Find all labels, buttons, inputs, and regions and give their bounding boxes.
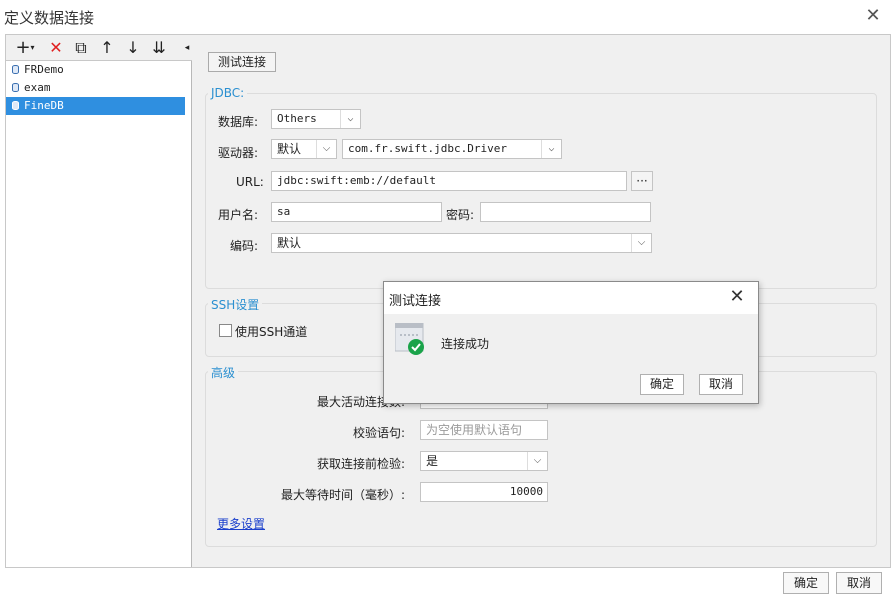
driver-mode-value: 默认 [277, 142, 302, 156]
jdbc-group: JDBC: 数据库: Others ⌵ 驱动器: 默认 ⌵ com.fr.swift… [205, 86, 877, 289]
use-ssh-label: 使用SSH通道 [235, 325, 308, 339]
dialog-close-button[interactable]: ✕ [726, 286, 748, 308]
driver-class-select[interactable]: com.fr.swift.jdbc.Driver ⌵ [342, 139, 562, 159]
database-icon [12, 101, 19, 110]
test-connection-dialog: 测试连接 ✕ 连接成功 确定 取消 [383, 281, 759, 404]
dialog-cancel-button[interactable]: 取消 [699, 374, 743, 395]
chevron-down-icon: ⌵ [316, 140, 336, 158]
connection-item[interactable]: exam [6, 79, 191, 97]
ssh-group-title: SSH设置 [208, 296, 263, 313]
test-before-value: 是 [426, 454, 439, 468]
ok-button[interactable]: 确定 [783, 572, 829, 594]
driver-mode-select[interactable]: 默认 ⌵ [271, 139, 337, 159]
add-connection-button[interactable]: +▾ [12, 38, 38, 58]
test-before-label: 获取连接前检验: [317, 457, 406, 471]
url-browse-button[interactable]: ··· [631, 171, 653, 191]
use-ssh-checkbox[interactable] [219, 324, 232, 337]
chevron-down-icon: ⌵ [541, 140, 561, 158]
username-input[interactable]: sa [271, 202, 442, 222]
database-select-value: Others [277, 112, 317, 125]
dropdown-caret-icon: ▾ [30, 43, 35, 52]
dialog-title: 测试连接 [389, 294, 442, 309]
sort-icon[interactable]: ⇊ [148, 38, 170, 58]
url-input[interactable]: jdbc:swift:emb://default [271, 171, 627, 191]
connection-list-pane: +▾ ✕ ⧉ ↑ ↓ ⇊ ◂ FRDemo exam FineDB [6, 35, 192, 567]
connection-success-icon [395, 323, 424, 355]
more-settings-link[interactable]: 更多设置 [217, 515, 265, 532]
dialog-ok-button[interactable]: 确定 [640, 374, 684, 395]
test-connection-button[interactable]: 测试连接 [208, 52, 276, 72]
encoding-value: 默认 [277, 236, 302, 250]
connection-label: FRDemo [24, 63, 64, 76]
database-select[interactable]: Others ⌵ [271, 109, 361, 129]
chevron-down-icon: ⌵ [340, 110, 360, 128]
max-wait-input[interactable]: 10000 [420, 482, 548, 502]
validation-query-label: 校验语句: [353, 426, 406, 440]
collapse-pane-icon[interactable]: ◂ [182, 38, 192, 58]
url-label: URL: [236, 175, 264, 189]
connection-label: FineDB [24, 99, 64, 112]
chevron-down-icon: ⌵ [527, 452, 547, 470]
move-down-icon[interactable]: ↓ [124, 38, 142, 58]
password-label: 密码: [446, 208, 475, 222]
dialog-message: 连接成功 [441, 337, 490, 351]
database-label: 数据库: [218, 115, 259, 129]
driver-class-value: com.fr.swift.jdbc.Driver [348, 142, 507, 155]
max-wait-label: 最大等待时间（毫秒）: [281, 488, 406, 502]
database-icon [12, 83, 19, 92]
connection-list: FRDemo exam FineDB [6, 61, 191, 115]
connection-item-selected[interactable]: FineDB [6, 97, 185, 115]
plus-icon: + [15, 37, 31, 58]
window-close-button[interactable]: ✕ [864, 7, 882, 25]
connection-toolbar: +▾ ✕ ⧉ ↑ ↓ ⇊ ◂ [6, 35, 192, 61]
driver-label: 驱动器: [218, 146, 259, 160]
move-up-icon[interactable]: ↑ [98, 38, 116, 58]
test-before-select[interactable]: 是 ⌵ [420, 451, 548, 471]
chevron-down-icon: ⌵ [631, 234, 651, 252]
encoding-label: 编码: [230, 239, 259, 253]
database-icon [12, 65, 19, 74]
delete-icon[interactable]: ✕ [46, 38, 66, 58]
cancel-button[interactable]: 取消 [836, 572, 882, 594]
advanced-group-title: 高级 [208, 364, 239, 381]
connection-item[interactable]: FRDemo [6, 61, 191, 79]
window-title: 定义数据连接 [4, 9, 95, 27]
password-input[interactable] [480, 202, 651, 222]
title-bar: 定义数据连接 ✕ [0, 0, 896, 34]
connection-label: exam [24, 81, 51, 94]
jdbc-group-title: JDBC: [208, 86, 248, 100]
encoding-select[interactable]: 默认 ⌵ [271, 233, 652, 253]
validation-query-input[interactable]: 为空使用默认语句 [420, 420, 548, 440]
dialog-body: 连接成功 确定 取消 [384, 314, 758, 403]
copy-icon[interactable]: ⧉ [70, 38, 92, 58]
username-label: 用户名: [218, 208, 259, 222]
